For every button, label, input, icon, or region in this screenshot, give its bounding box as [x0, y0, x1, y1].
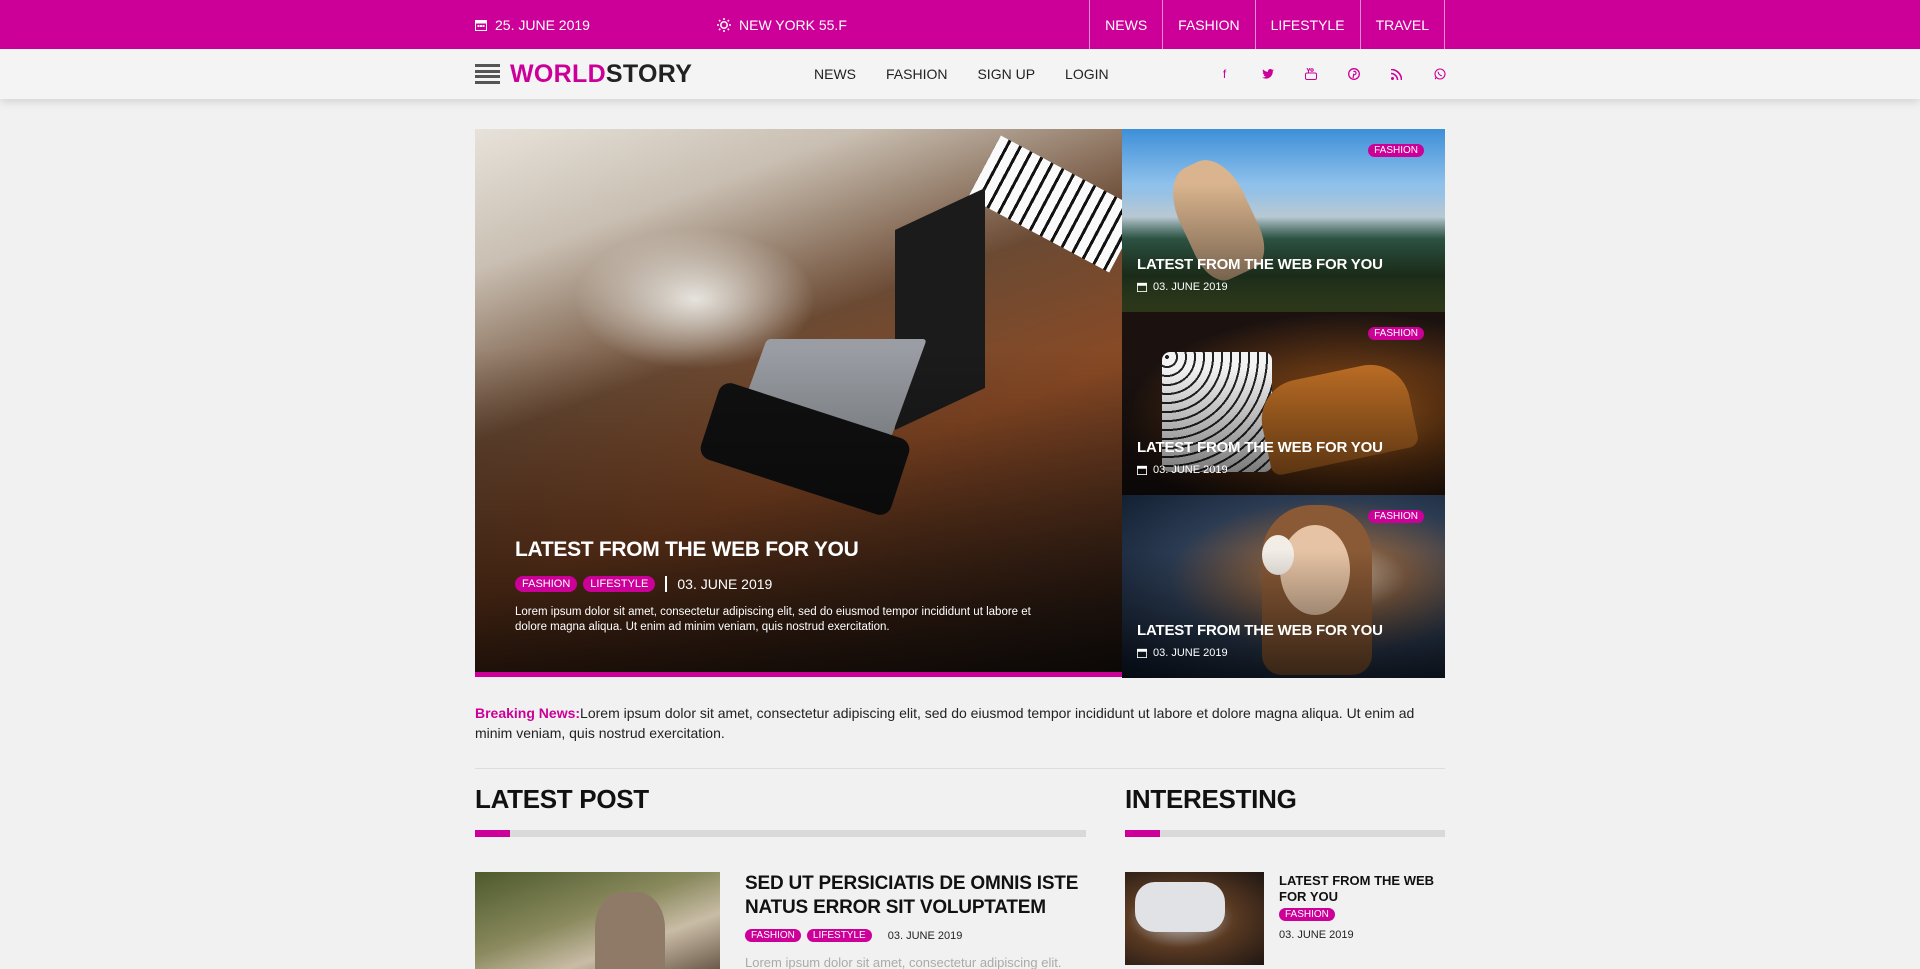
- pinterest-icon[interactable]: [1344, 68, 1363, 80]
- whatsapp-icon[interactable]: [1430, 68, 1449, 80]
- interesting-underline: [1125, 830, 1445, 837]
- main-nav-news[interactable]: NEWS: [814, 66, 856, 82]
- site-logo[interactable]: WORLDSTORY: [475, 49, 692, 99]
- breaking-label: Breaking News:: [475, 705, 581, 721]
- youtube-icon[interactable]: [1301, 68, 1320, 80]
- side-tag-3[interactable]: FASHION: [1368, 510, 1424, 523]
- menu-icon[interactable]: [475, 64, 500, 84]
- social-links: f: [1215, 49, 1449, 99]
- interesting-tag[interactable]: FASHION: [1279, 908, 1335, 921]
- calendar-icon: [1137, 648, 1147, 658]
- breaking-text: Lorem ipsum dolor sit amet, consectetur …: [475, 705, 1415, 741]
- side-date-text-2: 03. JUNE 2019: [1153, 464, 1228, 476]
- hero-title[interactable]: LATEST FROM THE WEB FOR YOU: [515, 538, 1045, 562]
- side-title-3[interactable]: LATEST FROM THE WEB FOR YOU: [1137, 622, 1383, 639]
- side-date-text-3: 03. JUNE 2019: [1153, 647, 1228, 659]
- int-image-detail: [1135, 882, 1225, 932]
- latest-post-excerpt: Lorem ipsum dolor sit amet, consectetur …: [745, 955, 1062, 969]
- top-weather: NEW YORK 55.F: [717, 0, 847, 49]
- side-date-text-1: 03. JUNE 2019: [1153, 281, 1228, 293]
- logo-text-world: WORLD: [510, 59, 606, 88]
- interesting-image[interactable]: [1125, 872, 1264, 965]
- hero-excerpt: Lorem ipsum dolor sit amet, consectetur …: [515, 606, 1031, 633]
- main-nav-signup[interactable]: SIGN UP: [977, 66, 1035, 82]
- hero-meta: FASHION LIFESTYLE 03. JUNE 2019: [515, 576, 1045, 592]
- latest-post-title[interactable]: SED UT PERSICIATIS DE OMNIS ISTE NATUS E…: [745, 872, 1085, 920]
- side-tag-2[interactable]: FASHION: [1368, 327, 1424, 340]
- logo-text-story: STORY: [605, 59, 693, 88]
- side-title-2[interactable]: LATEST FROM THE WEB FOR YOU: [1137, 439, 1383, 456]
- breaking-news: Breaking News:Lorem ipsum dolor sit amet…: [475, 703, 1445, 743]
- rss-icon[interactable]: [1387, 68, 1406, 80]
- top-nav-travel[interactable]: TRAVEL: [1359, 0, 1445, 49]
- top-nav-fashion[interactable]: FASHION: [1162, 0, 1254, 49]
- top-date-text: 25. JUNE 2019: [495, 16, 590, 33]
- top-date: 25. JUNE 2019: [475, 0, 590, 49]
- latest-post-meta: FASHION LIFESTYLE 03. JUNE 2019: [745, 929, 962, 942]
- hero-main-article[interactable]: LATEST FROM THE WEB FOR YOU FASHION LIFE…: [475, 129, 1122, 677]
- hero-tag-fashion[interactable]: FASHION: [515, 576, 578, 592]
- hero-caption: LATEST FROM THE WEB FOR YOU FASHION LIFE…: [515, 538, 1045, 635]
- post-image-person: [595, 892, 665, 969]
- interesting-title[interactable]: LATEST FROM THE WEB FOR YOU: [1279, 873, 1454, 905]
- interesting-date: 03. JUNE 2019: [1279, 929, 1354, 941]
- main-header: WORLDSTORY NEWS FASHION SIGN UP LOGIN f: [0, 49, 1920, 99]
- hero-date: 03. JUNE 2019: [665, 576, 772, 592]
- side-date-1: 03. JUNE 2019: [1137, 281, 1228, 293]
- interesting-heading: INTERESTING: [1125, 784, 1297, 814]
- post-tag-lifestyle[interactable]: LIFESTYLE: [806, 929, 872, 942]
- hero-side-article-2[interactable]: FASHION LATEST FROM THE WEB FOR YOU 03. …: [1122, 312, 1445, 495]
- hero-tag-lifestyle[interactable]: LIFESTYLE: [583, 576, 656, 592]
- top-nav-news[interactable]: NEWS: [1089, 0, 1162, 49]
- side-title-1[interactable]: LATEST FROM THE WEB FOR YOU: [1137, 256, 1383, 273]
- hero-accent-bar: [475, 672, 1122, 677]
- top-bar: 25. JUNE 2019 NEW YORK 55.F NEWS FASHION…: [0, 0, 1920, 49]
- calendar-icon: [1137, 282, 1147, 292]
- side-date-2: 03. JUNE 2019: [1137, 464, 1228, 476]
- calendar-icon: [1137, 465, 1147, 475]
- main-nav-fashion[interactable]: FASHION: [886, 66, 947, 82]
- hero-side-article-3[interactable]: FASHION LATEST FROM THE WEB FOR YOU 03. …: [1122, 495, 1445, 678]
- hero-image-keyboard: [967, 135, 1122, 273]
- side-tag-1[interactable]: FASHION: [1368, 144, 1424, 157]
- sun-icon: [717, 17, 731, 32]
- twitter-icon[interactable]: [1258, 69, 1277, 79]
- top-nav-lifestyle[interactable]: LIFESTYLE: [1254, 0, 1360, 49]
- post-date: 03. JUNE 2019: [887, 929, 963, 942]
- post-tag-fashion[interactable]: FASHION: [745, 929, 801, 942]
- latest-post-heading: LATEST POST: [475, 784, 649, 814]
- facebook-icon[interactable]: f: [1215, 67, 1234, 81]
- top-weather-text: NEW YORK 55.F: [739, 16, 847, 33]
- calendar-icon: [475, 19, 487, 31]
- side-date-3: 03. JUNE 2019: [1137, 647, 1228, 659]
- section-divider: [475, 768, 1445, 769]
- latest-post-image[interactable]: [475, 872, 720, 969]
- hero-side-article-1[interactable]: FASHION LATEST FROM THE WEB FOR YOU 03. …: [1122, 129, 1445, 312]
- main-nav: NEWS FASHION SIGN UP LOGIN: [814, 49, 1109, 99]
- main-nav-login[interactable]: LOGIN: [1065, 66, 1109, 82]
- latest-post-underline: [475, 830, 1086, 837]
- top-nav: NEWS FASHION LIFESTYLE TRAVEL: [1089, 0, 1445, 49]
